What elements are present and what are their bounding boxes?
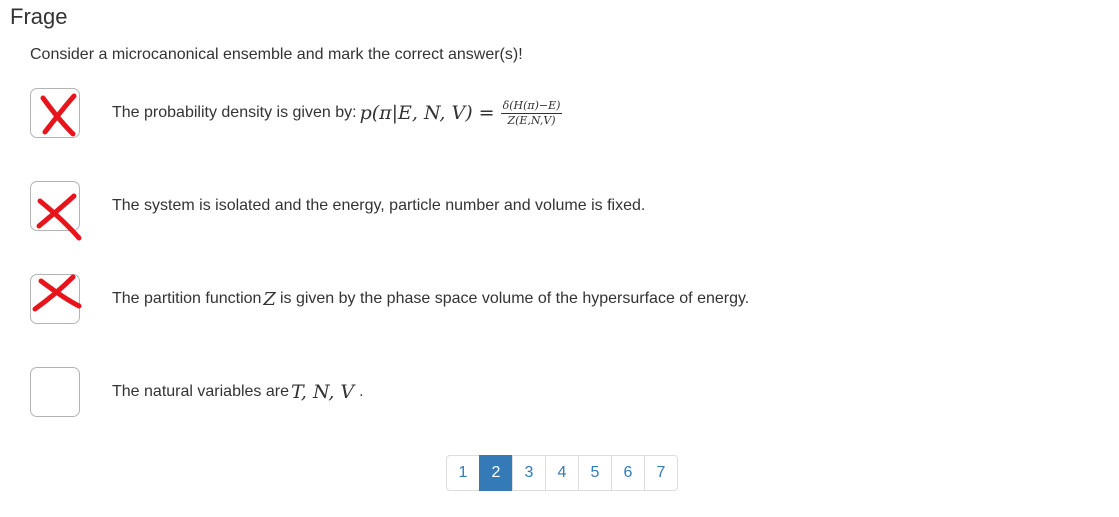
answer-text-prefix: The partition function (112, 290, 262, 307)
answer-option-3: The partition function Z is given by the… (30, 274, 1030, 326)
probability-density-fraction: δ(H(π)−E) Z(E,N,V) (500, 98, 563, 127)
answer-option-4: The natural variables are T, N, V . (30, 367, 1030, 419)
natural-variables-formula: T, N, V (290, 381, 355, 403)
answer-label-1: The probability density is given by: p(π… (112, 88, 563, 138)
page-link-5[interactable]: 5 (578, 455, 612, 491)
page-link-3[interactable]: 3 (512, 455, 546, 491)
page-link-1[interactable]: 1 (446, 455, 480, 491)
page-title: Frage (10, 4, 68, 29)
red-x-mark-icon (40, 93, 77, 137)
answer-checkbox-4[interactable] (30, 367, 80, 417)
answer-option-1: The probability density is given by: p(π… (30, 88, 1030, 140)
page-link-4[interactable]: 4 (545, 455, 579, 491)
answer-text-suffix: is given by the phase space volume of th… (279, 290, 750, 307)
answer-option-2: The system is isolated and the energy, p… (30, 181, 1030, 241)
answer-label-4: The natural variables are T, N, V . (112, 367, 364, 417)
page-link-2-current[interactable]: 2 (479, 455, 513, 491)
answer-text-suffix: . (359, 383, 364, 400)
answer-checkbox-2[interactable] (30, 181, 82, 241)
fraction-denominator: Z(E,N,V) (507, 113, 556, 127)
pagination: 1 2 3 4 5 6 7 (446, 455, 678, 491)
answer-text-prefix: The natural variables are (112, 383, 289, 400)
fraction-numerator: δ(H(π)−E) (500, 98, 563, 114)
answer-checkbox-1[interactable] (30, 88, 80, 138)
answer-label-3: The partition function Z is given by the… (112, 274, 749, 324)
page-link-7[interactable]: 7 (644, 455, 678, 491)
answer-checkbox-3[interactable] (30, 274, 82, 324)
page-link-6[interactable]: 6 (611, 455, 645, 491)
red-x-mark-icon (32, 274, 82, 312)
partition-function-symbol: Z (263, 288, 276, 310)
quiz-page: Frage Consider a microcanonical ensemble… (0, 0, 1119, 517)
probability-density-formula: p(π|E, N, V) = (359, 102, 495, 124)
answer-text-prefix: The probability density is given by: (112, 104, 357, 121)
red-x-mark-icon (36, 193, 82, 241)
question-text: Consider a microcanonical ensemble and m… (30, 46, 523, 63)
answer-label-2: The system is isolated and the energy, p… (112, 197, 646, 214)
